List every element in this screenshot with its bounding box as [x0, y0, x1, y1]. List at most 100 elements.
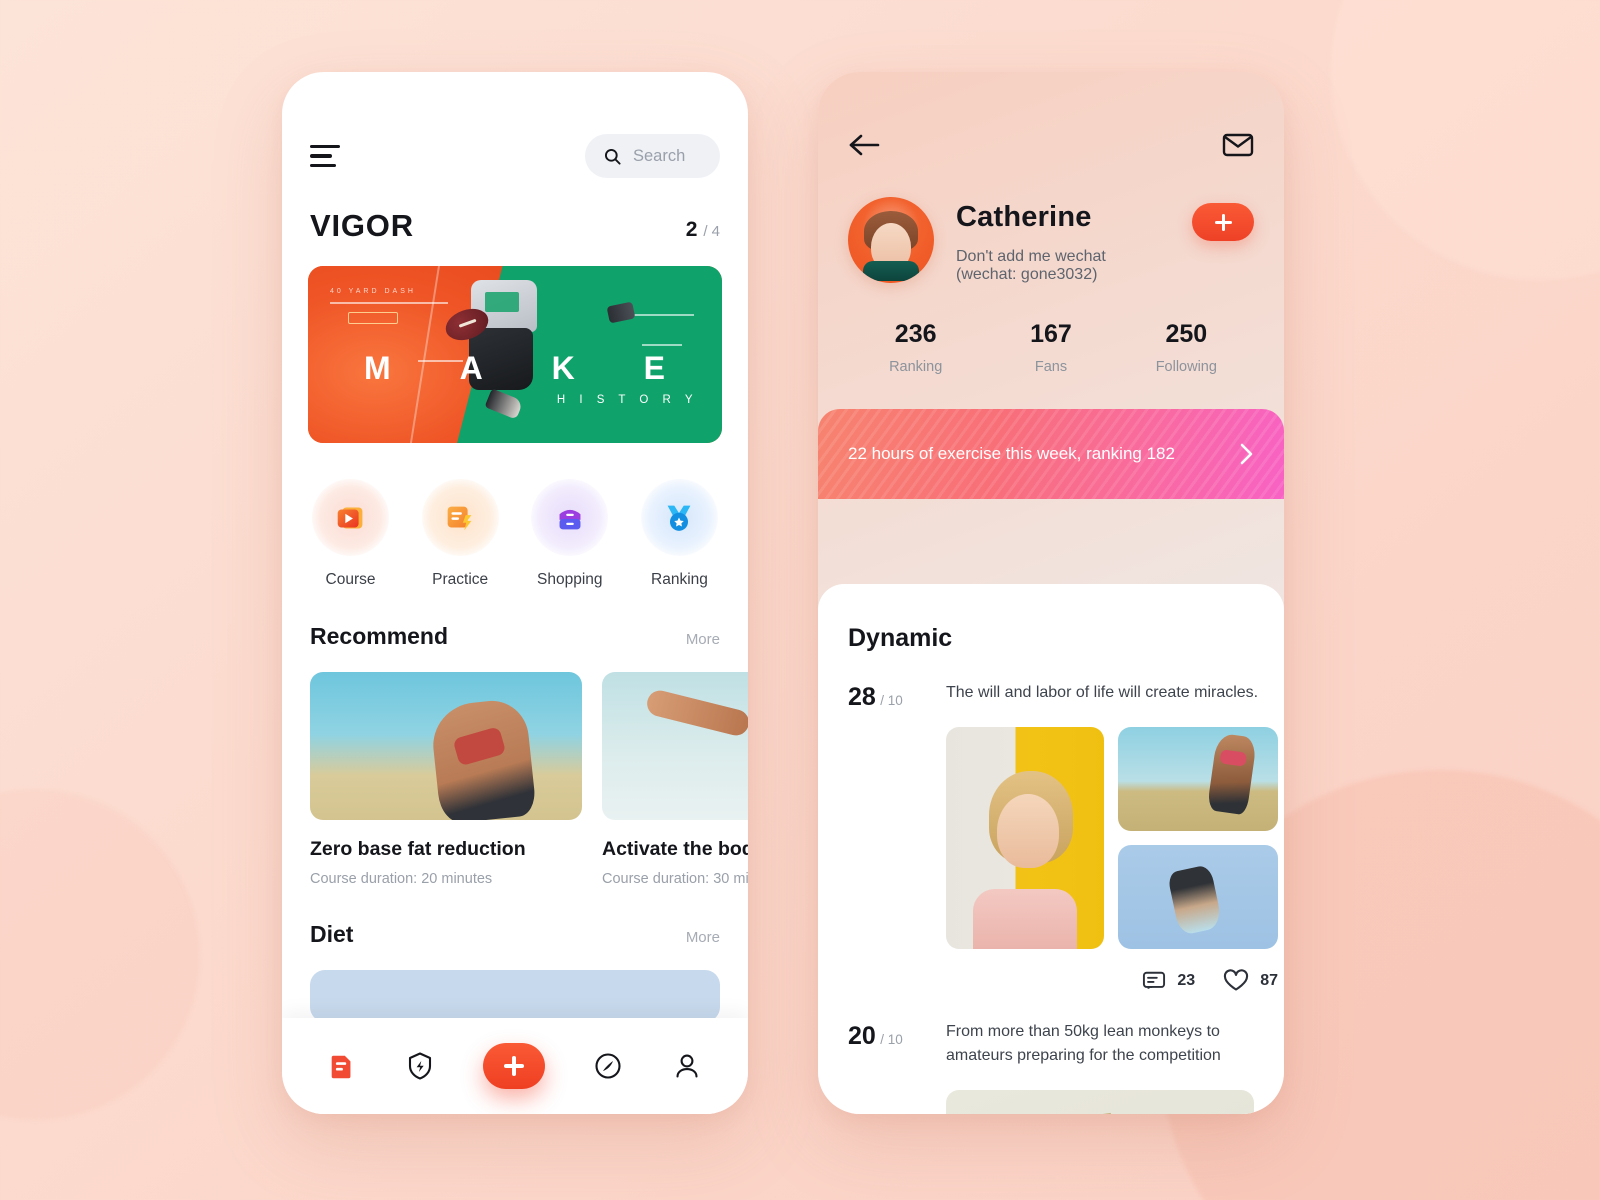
hamburger-icon[interactable]: [310, 145, 340, 167]
stat-following[interactable]: 250 Following: [1119, 320, 1254, 375]
profile-bio: Don't add me wechat (wechat: gone3032): [956, 248, 1106, 283]
recommend-card-image: [602, 672, 748, 820]
background-blob-bottom-left: [0, 790, 200, 1120]
avatar[interactable]: [848, 197, 934, 283]
stat-label: Fans: [1034, 359, 1068, 375]
category-icon-bubble: [640, 479, 718, 556]
category-shortcuts: Course Practice Shopping Ranking: [282, 443, 748, 589]
recommend-title: Recommend: [310, 623, 449, 649]
weekly-exercise-banner[interactable]: 22 hours of exercise this week, ranking …: [818, 409, 1284, 499]
messages-button[interactable]: [1222, 132, 1254, 163]
hero-deco-line: [632, 314, 694, 316]
recommend-more-link[interactable]: More: [686, 631, 720, 648]
category-icon-bubble: [312, 479, 389, 556]
search-icon: [604, 148, 621, 165]
dynamic-post: 28 / 10 The will and labor of life will …: [848, 681, 1278, 992]
home-top-bar: Search: [282, 72, 748, 178]
post-day: 20: [848, 1022, 876, 1050]
add-friend-button[interactable]: [1192, 203, 1254, 241]
hero-deco-line: [642, 344, 682, 346]
pager-current: 2: [685, 218, 698, 241]
dynamic-title: Dynamic: [848, 624, 953, 652]
athlete-photo-figure: [429, 697, 538, 820]
compass-icon: [595, 1053, 621, 1079]
phone-home-screen: Search VIGOR 2 / 4 40 YARD DASH M A K E …: [282, 72, 748, 1114]
post-date: 28 / 10: [848, 681, 924, 992]
stat-ranking[interactable]: 236 Ranking: [848, 320, 983, 375]
category-practice[interactable]: Practice: [421, 479, 499, 589]
weekly-exercise-text: 22 hours of exercise this week, ranking …: [848, 444, 1175, 463]
person-icon: [676, 1054, 698, 1078]
video-play-icon: [337, 507, 362, 528]
post-body: From more than 50kg lean monkeys to amat…: [946, 1020, 1254, 1068]
dynamic-feed-sheet: Dynamic 28 / 10 The will and labor of li…: [818, 584, 1284, 1114]
post-month: / 10: [880, 1032, 903, 1047]
profile-name: Catherine: [956, 201, 1092, 233]
document-bolt-icon: [447, 506, 472, 530]
post-text: The will and labor of life will create m…: [946, 684, 1259, 701]
brand-row: VIGOR 2 / 4: [282, 178, 748, 244]
stat-label: Following: [1155, 359, 1217, 375]
tab-training[interactable]: [404, 1050, 436, 1082]
back-button[interactable]: [848, 132, 882, 163]
post-photo-large[interactable]: [946, 1090, 1254, 1114]
category-shopping[interactable]: Shopping: [531, 479, 609, 589]
post-engagement: 23 87: [946, 969, 1278, 992]
post-month: / 10: [880, 693, 903, 708]
category-label: Shopping: [537, 571, 603, 588]
create-post-button[interactable]: [482, 1043, 545, 1089]
category-ranking[interactable]: Ranking: [640, 479, 718, 589]
hero-letter: M: [363, 350, 392, 386]
recommend-card-subtitle: Course duration: 20 minutes: [310, 871, 493, 887]
hero-letter: E: [643, 350, 666, 386]
post-body: The will and labor of life will create m…: [946, 681, 1278, 992]
recommend-card[interactable]: Activate the body Course duration: 30 mi…: [602, 672, 748, 887]
hero-banner[interactable]: 40 YARD DASH M A K E H I S T O R Y: [308, 266, 722, 443]
like-count: 87: [1260, 971, 1278, 989]
shop-icon: [559, 509, 581, 529]
tab-discover[interactable]: [592, 1050, 624, 1082]
chevron-right-icon: [1240, 443, 1253, 465]
profile-stats: 236 Ranking 167 Fans 250 Following: [818, 284, 1284, 375]
post-photo-large[interactable]: [946, 727, 1104, 949]
category-label: Ranking: [651, 571, 708, 588]
tab-profile[interactable]: [671, 1050, 703, 1082]
profile-text-block: Catherine Don't add me wechat (wechat: g…: [956, 197, 1170, 284]
search-input[interactable]: Search: [585, 134, 720, 178]
post-date: 20 / 10: [848, 1020, 924, 1068]
category-icon-bubble: [421, 479, 499, 556]
profile-identity: Catherine Don't add me wechat (wechat: g…: [818, 163, 1284, 284]
post-photo-column: [1118, 727, 1278, 949]
diet-more-link[interactable]: More: [686, 929, 720, 946]
hero-letter: A: [459, 350, 484, 386]
avatar-scarf: [863, 261, 919, 281]
athlete-arm-figure: [643, 687, 748, 739]
like-action[interactable]: 87: [1223, 969, 1278, 992]
category-label: Course: [325, 571, 376, 588]
tab-feed[interactable]: [327, 1051, 357, 1081]
recommend-card[interactable]: Zero base fat reduction Course duration:…: [310, 672, 582, 887]
comment-icon: [1143, 971, 1166, 989]
flip-figure: [1166, 864, 1223, 936]
category-course[interactable]: Course: [312, 479, 389, 589]
stat-value: 250: [1165, 320, 1208, 348]
phone-profile-screen: Catherine Don't add me wechat (wechat: g…: [818, 72, 1284, 1114]
cleat-graphic: [484, 388, 524, 420]
category-label: Practice: [432, 571, 489, 588]
diet-card[interactable]: [310, 970, 720, 1022]
comment-action[interactable]: 23: [1142, 970, 1195, 992]
profile-top-bar: [818, 72, 1284, 163]
dynamic-post: 20 / 10 From more than 50kg lean monkeys…: [848, 1020, 1254, 1068]
post-photo-small[interactable]: [1118, 845, 1278, 949]
stat-fans[interactable]: 167 Fans: [983, 320, 1118, 375]
document-icon: [332, 1055, 351, 1079]
bottom-tab-bar: [282, 1018, 748, 1114]
pager-total: / 4: [703, 223, 720, 240]
photo-subject-top: [973, 889, 1077, 949]
recommend-card-list: Zero base fat reduction Course duration:…: [282, 672, 748, 887]
envelope-icon: [1222, 133, 1254, 157]
medal-icon: [668, 505, 691, 531]
shield-bolt-icon: [409, 1052, 432, 1080]
heart-icon: [1224, 969, 1249, 991]
post-photo-small[interactable]: [1118, 727, 1278, 831]
